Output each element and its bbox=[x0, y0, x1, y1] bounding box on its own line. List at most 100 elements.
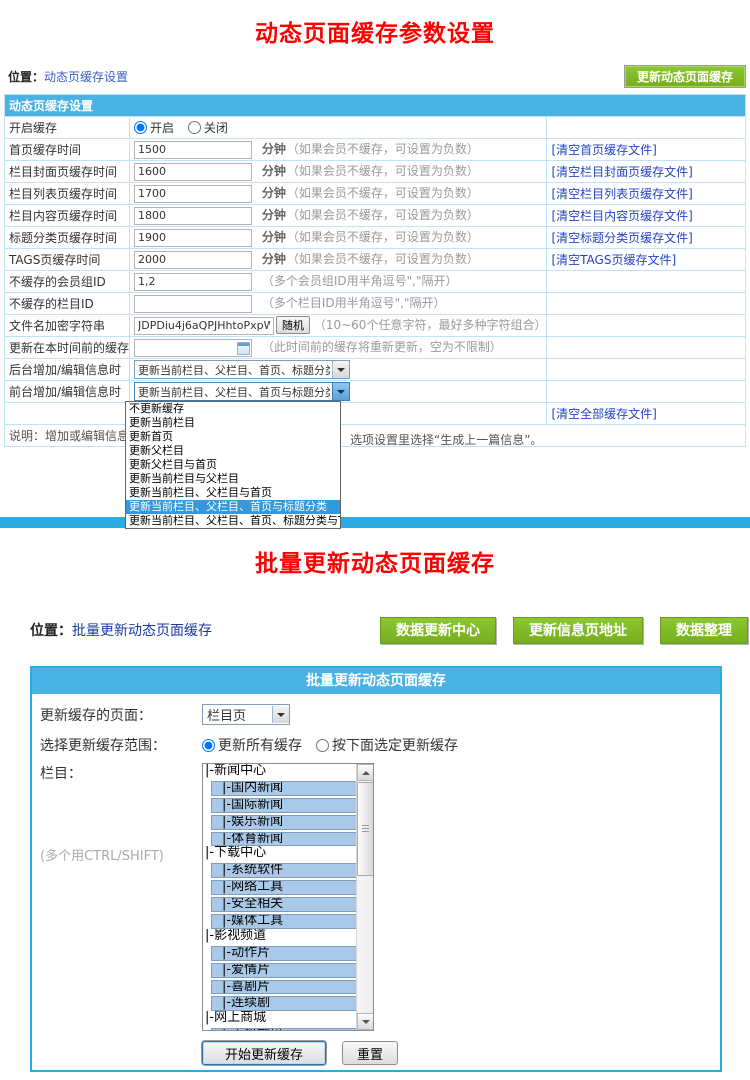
hint-text: （如果会员不缓存，可设置为负数） bbox=[287, 164, 479, 178]
hint-text: （如果会员不缓存，可设置为负数） bbox=[287, 230, 479, 244]
hint-text: （10~60个任意字符，最好多种字符组合） bbox=[314, 318, 547, 332]
table-row: [清空全部缓存文件] bbox=[5, 403, 746, 425]
cache-settings-panel: 动态页缓存设置 开启缓存 开启 关闭 首页缓存时间 分钟（如果会员不缓存，可设置… bbox=[4, 94, 746, 447]
list-item[interactable]: |-影视频道 bbox=[203, 929, 356, 944]
clear-tags-cache-link[interactable]: [清空TAGS页缓存文件] bbox=[551, 253, 676, 267]
no-cache-membergroup-ids-input[interactable] bbox=[134, 273, 252, 291]
page-title: 动态页面缓存参数设置 bbox=[0, 0, 750, 48]
list-item[interactable]: |-网上商城 bbox=[203, 1011, 356, 1026]
dropdown-option[interactable]: 更新首页 bbox=[126, 430, 340, 444]
unit-label: 分钟 bbox=[262, 208, 286, 222]
dropdown-option[interactable]: 更新父栏目 bbox=[126, 444, 340, 458]
tags-cache-time-input[interactable] bbox=[134, 251, 252, 269]
cache-enable-option[interactable]: 开启 bbox=[134, 121, 174, 135]
frontend-update-select[interactable]: 更新当前栏目、父栏目、首页与标题分类 bbox=[134, 382, 350, 401]
page-type-label: 更新缓存的页面： bbox=[40, 705, 202, 725]
enable-radio[interactable] bbox=[134, 121, 147, 134]
panel-header: 批量更新动态页面缓存 bbox=[32, 668, 720, 694]
start-update-cache-button[interactable]: 开始更新缓存 bbox=[202, 1041, 326, 1065]
cache-disable-option[interactable]: 关闭 bbox=[188, 121, 228, 135]
table-row: 说明：增加或编辑信息自动会更 选项设置里选择“生成上一篇信息”。 bbox=[5, 425, 746, 447]
update-dynamic-cache-button[interactable]: 更新动态页面缓存 bbox=[624, 65, 746, 88]
breadcrumb-2: 位置：批量更新动态页面缓存 数据更新中心 更新信息页地址 数据整理 bbox=[30, 616, 748, 644]
list-item[interactable]: |-安全相关 bbox=[211, 897, 374, 912]
list-item[interactable]: |-手机数码 bbox=[211, 1028, 374, 1031]
clear-all-cache-link[interactable]: [清空全部缓存文件] bbox=[551, 407, 656, 421]
list-item[interactable]: |-娱乐新闻 bbox=[211, 815, 374, 830]
table-row: 标题分类页缓存时间 分钟（如果会员不缓存，可设置为负数） [清空标题分类页缓存文… bbox=[5, 227, 746, 249]
category-list-cache-time-input[interactable] bbox=[134, 185, 252, 203]
row-label: 标题分类页缓存时间 bbox=[5, 227, 130, 249]
filename-encrypt-string-input[interactable] bbox=[134, 317, 274, 335]
list-item[interactable]: |-连续剧 bbox=[211, 996, 374, 1011]
scope-selected-radio[interactable] bbox=[316, 739, 329, 752]
scroll-up-button[interactable] bbox=[357, 764, 374, 781]
list-item[interactable]: |-喜剧片 bbox=[211, 980, 374, 995]
form-actions: 开始更新缓存 重置 bbox=[202, 1041, 720, 1065]
list-item[interactable]: |-新闻中心 bbox=[203, 764, 356, 779]
hint-text: （如果会员不缓存，可设置为负数） bbox=[287, 186, 479, 200]
dropdown-option[interactable]: 更新当前栏目、父栏目、首页、标题分类与TAGS页 bbox=[126, 514, 340, 528]
row-label: 栏目封面页缓存时间 bbox=[5, 161, 130, 183]
list-item[interactable]: |-网络工具 bbox=[211, 880, 374, 895]
category-listbox[interactable]: |-新闻中心 |-国内新闻 |-国际新闻 |-娱乐新闻 |-体育新闻 |-下载中… bbox=[202, 763, 374, 1031]
dropdown-option[interactable]: 更新当前栏目、父栏目与首页 bbox=[126, 486, 340, 500]
row-label: 后台增加/编辑信息时 bbox=[5, 359, 130, 381]
list-item[interactable]: |-国内新闻 bbox=[211, 781, 374, 796]
select-value: 更新当前栏目、父栏目、首页、标题分类与TAGS页 bbox=[138, 362, 330, 378]
dropdown-option[interactable]: 不更新缓存 bbox=[126, 402, 340, 416]
unit-label: 分钟 bbox=[262, 186, 286, 200]
random-button[interactable]: 随机 bbox=[276, 316, 310, 334]
list-item[interactable]: |-爱情片 bbox=[211, 963, 374, 978]
title-class-cache-time-input[interactable] bbox=[134, 229, 252, 247]
list-item[interactable]: |-动作片 bbox=[211, 946, 374, 961]
unit-label: 分钟 bbox=[262, 142, 286, 156]
scrollbar-thumb[interactable] bbox=[357, 782, 374, 876]
scope-all-radio[interactable] bbox=[202, 739, 215, 752]
row-label: TAGS页缓存时间 bbox=[5, 249, 130, 271]
breadcrumb-link[interactable]: 批量更新动态页面缓存 bbox=[72, 623, 212, 639]
list-item[interactable]: |-国际新闻 bbox=[211, 798, 374, 813]
row-label: 更新在本时间前的缓存 bbox=[5, 337, 130, 359]
no-cache-category-ids-input[interactable] bbox=[134, 295, 252, 313]
reset-button[interactable]: 重置 bbox=[342, 1041, 398, 1065]
breadcrumb-link[interactable]: 动态页缓存设置 bbox=[44, 70, 128, 84]
list-item[interactable]: |-下载中心 bbox=[203, 846, 356, 861]
scope-selected-option[interactable]: 按下面选定更新缓存 bbox=[316, 735, 458, 755]
backend-update-select[interactable]: 更新当前栏目、父栏目、首页、标题分类与TAGS页 bbox=[134, 360, 350, 379]
chevron-down-icon bbox=[332, 361, 349, 378]
dropdown-option[interactable]: 更新当前栏目与父栏目 bbox=[126, 472, 340, 486]
scrollbar[interactable] bbox=[356, 764, 373, 1030]
clear-category-cover-cache-link[interactable]: [清空栏目封面页缓存文件] bbox=[551, 165, 692, 179]
refresh-before-time-input[interactable] bbox=[134, 339, 252, 357]
list-item[interactable]: |-系统软件 bbox=[211, 863, 374, 878]
update-info-page-url-button[interactable]: 更新信息页地址 bbox=[513, 617, 643, 644]
calendar-icon[interactable] bbox=[237, 342, 250, 355]
clear-category-content-cache-link[interactable]: [清空栏目内容页缓存文件] bbox=[551, 209, 692, 223]
scroll-down-button[interactable] bbox=[357, 1013, 374, 1030]
select-value: 更新当前栏目、父栏目、首页与标题分类 bbox=[138, 384, 330, 400]
multi-select-hint: (多个用CTRL/SHIFT) bbox=[40, 845, 202, 864]
data-update-center-button[interactable]: 数据更新中心 bbox=[380, 617, 496, 644]
clear-homepage-cache-link[interactable]: [清空首页缓存文件] bbox=[551, 143, 656, 157]
page-type-select[interactable]: 栏目页 bbox=[202, 704, 290, 725]
table-row: 不缓存的会员组ID （多个会员组ID用半角逗号","隔开） bbox=[5, 271, 746, 293]
row-label: 首页缓存时间 bbox=[5, 139, 130, 161]
homepage-cache-time-input[interactable] bbox=[134, 141, 252, 159]
category-cover-cache-time-input[interactable] bbox=[134, 163, 252, 181]
dropdown-option[interactable]: 更新当前栏目 bbox=[126, 416, 340, 430]
scope-all-option[interactable]: 更新所有缓存 bbox=[202, 735, 302, 755]
list-item[interactable]: |-媒体工具 bbox=[211, 914, 374, 929]
clear-title-class-cache-link[interactable]: [清空标题分类页缓存文件] bbox=[551, 231, 692, 245]
table-row: 不缓存的栏目ID （多个栏目ID用半角逗号","隔开） bbox=[5, 293, 746, 315]
disable-radio[interactable] bbox=[188, 121, 201, 134]
dropdown-option[interactable]: 更新当前栏目、父栏目、首页与标题分类 bbox=[126, 500, 340, 514]
dropdown-option[interactable]: 更新父栏目与首页 bbox=[126, 458, 340, 472]
list-item[interactable]: |-体育新闻 bbox=[211, 832, 374, 847]
breadcrumb: 位置：动态页缓存设置 更新动态页面缓存 bbox=[8, 64, 746, 88]
data-cleanup-button[interactable]: 数据整理 bbox=[660, 617, 748, 644]
clear-category-list-cache-link[interactable]: [清空栏目列表页缓存文件] bbox=[551, 187, 692, 201]
category-content-cache-time-input[interactable] bbox=[134, 207, 252, 225]
section-divider bbox=[0, 517, 750, 528]
page-type-row: 更新缓存的页面： 栏目页 bbox=[40, 704, 720, 725]
